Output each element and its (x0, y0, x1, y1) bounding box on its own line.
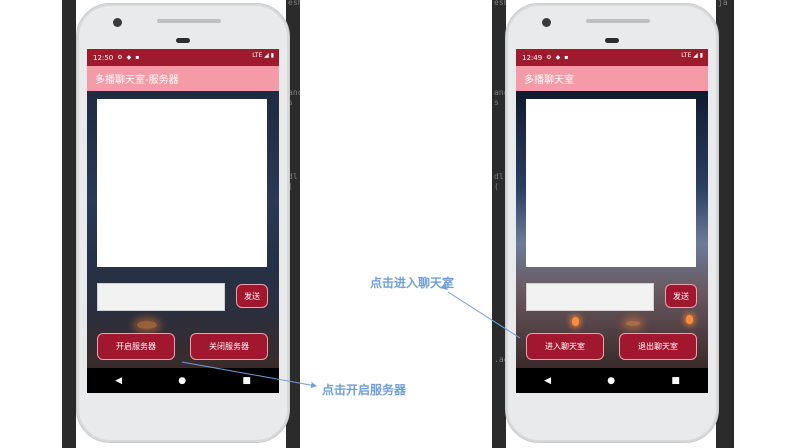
annotation-enter-chat: 点击进入聊天室 (370, 276, 455, 290)
arrow-to-start-server (181, 361, 317, 389)
arrow-to-enter-chat (447, 291, 521, 339)
annotation-start-server: 点击开启服务器 (322, 383, 407, 397)
